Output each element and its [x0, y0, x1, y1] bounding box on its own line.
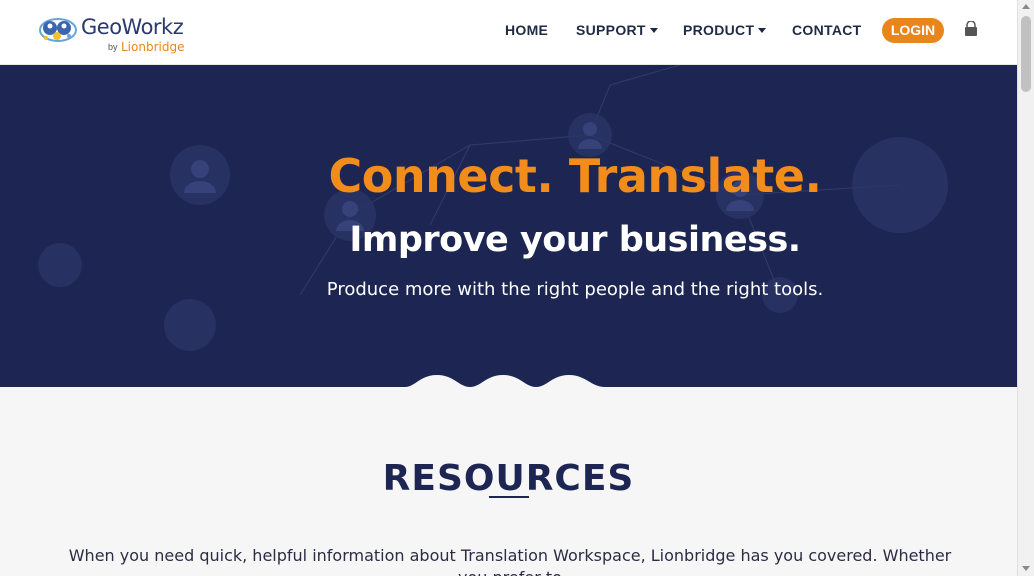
nav-home-label: HOME — [505, 22, 549, 38]
hero-tagline: Produce more with the right people and t… — [326, 279, 824, 300]
nav-contact[interactable]: CONTACT — [792, 22, 862, 42]
logo-by-text: by — [108, 42, 118, 52]
scroll-down-arrow-icon[interactable] — [1022, 566, 1030, 571]
hero-subtitle: Improve your business. — [349, 220, 801, 260]
nav-home[interactable]: HOME — [505, 22, 548, 42]
hero-banner: Connect. Translate. Improve your busines… — [0, 65, 1017, 387]
logo-lionbridge: Lionbridge — [121, 40, 185, 54]
logo-wordmark: GeoWorkz — [81, 15, 184, 39]
nav-product-dropdown[interactable]: PRODUCT — [683, 22, 767, 42]
nav-product-label: PRODUCT — [683, 22, 755, 38]
login-button[interactable]: LOGIN — [882, 18, 944, 43]
hero-title: Connect. Translate. — [328, 149, 822, 203]
scrollbar-thumb[interactable] — [1021, 16, 1031, 92]
heading-underline — [489, 496, 529, 498]
caret-down-icon — [758, 27, 767, 33]
resources-heading: RESOURCES — [382, 458, 635, 499]
logo-globe-icon — [39, 18, 77, 42]
site-header: GeoWorkz by Lionbridge HOME SUPPORT PROD… — [0, 0, 1017, 65]
geoworkz-logo[interactable]: GeoWorkz by Lionbridge — [38, 12, 208, 58]
resources-intro: When you need quick, helpful information… — [68, 546, 952, 576]
nav-contact-label: CONTACT — [792, 22, 862, 38]
wave-divider — [405, 375, 605, 387]
caret-down-icon — [649, 27, 658, 33]
nav-support-label: SUPPORT — [576, 22, 646, 38]
nav-support-dropdown[interactable]: SUPPORT — [576, 22, 658, 42]
scroll-up-arrow-icon[interactable] — [1022, 4, 1030, 9]
shopping-bag-icon[interactable] — [963, 21, 979, 37]
page: GeoWorkz by Lionbridge HOME SUPPORT PROD… — [0, 0, 1034, 576]
page-scrollbar[interactable] — [1017, 0, 1034, 576]
